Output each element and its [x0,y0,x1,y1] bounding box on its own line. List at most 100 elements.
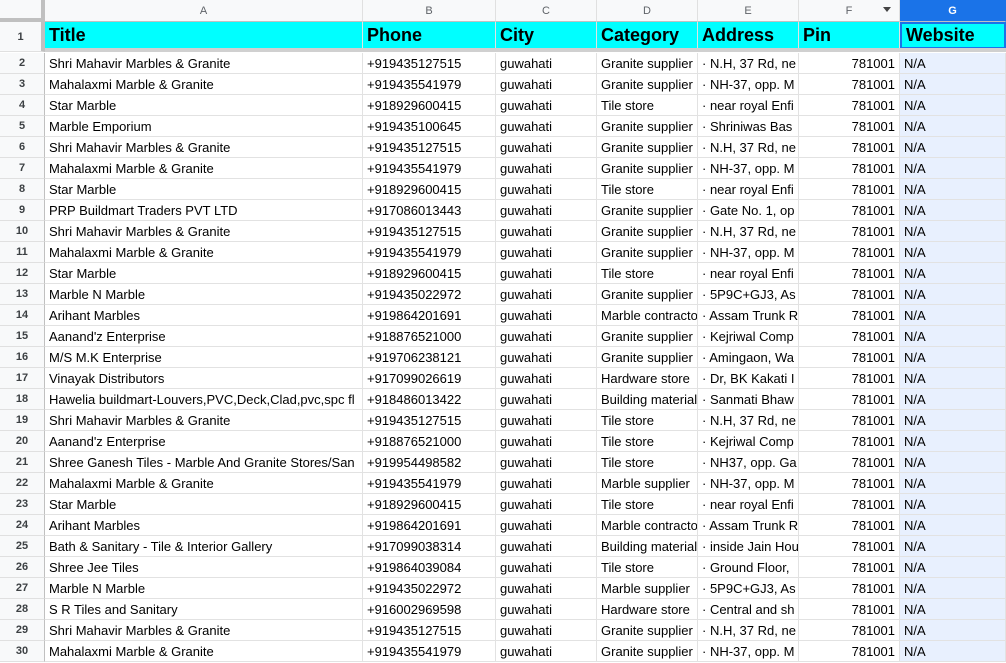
cell-website[interactable]: N/A [900,347,1006,368]
cell-city[interactable]: guwahati [496,53,597,74]
cell-title[interactable]: PRP Buildmart Traders PVT LTD [45,200,363,221]
column-header-c[interactable]: C [496,0,597,22]
cell-city[interactable]: guwahati [496,347,597,368]
cell-city[interactable]: guwahati [496,452,597,473]
cell-pin[interactable]: 781001 [799,347,900,368]
cell-title[interactable]: Star Marble [45,494,363,515]
cell-category[interactable]: Granite supplier [597,620,698,641]
cell-pin[interactable]: 781001 [799,179,900,200]
cell-website[interactable]: N/A [900,641,1006,662]
cell-city[interactable]: guwahati [496,368,597,389]
cell-website[interactable]: N/A [900,578,1006,599]
cell-pin[interactable]: 781001 [799,410,900,431]
cell-phone[interactable]: +918876521000 [363,431,496,452]
row-header-1[interactable]: 1 [0,22,45,52]
cell-pin[interactable]: 781001 [799,326,900,347]
cell-phone[interactable]: +919435127515 [363,137,496,158]
row-header[interactable]: 24 [0,515,45,536]
cell-category[interactable]: Granite supplier [597,74,698,95]
cell-address[interactable]: · Gate No. 1, op [698,200,799,221]
row-header[interactable]: 22 [0,473,45,494]
cell-address[interactable]: · Amingaon, Wa [698,347,799,368]
cell-phone[interactable]: +918929600415 [363,494,496,515]
cell-phone[interactable]: +919435127515 [363,620,496,641]
cell-category[interactable]: Tile store [597,452,698,473]
cell-phone[interactable]: +919435541979 [363,473,496,494]
cell-phone[interactable]: +918929600415 [363,179,496,200]
cell-address[interactable]: · NH-37, opp. M [698,158,799,179]
cell-website[interactable]: N/A [900,389,1006,410]
cell-category[interactable]: Granite supplier [597,284,698,305]
cell-title[interactable]: Mahalaxmi Marble & Granite [45,641,363,662]
cell-address[interactable]: · Assam Trunk R [698,305,799,326]
cell-category[interactable]: Tile store [597,95,698,116]
cell-title[interactable]: Arihant Marbles [45,305,363,326]
row-header[interactable]: 13 [0,284,45,305]
cell-pin[interactable]: 781001 [799,95,900,116]
cell-address[interactable]: · Kejriwal Comp [698,326,799,347]
cell-website[interactable]: N/A [900,473,1006,494]
cell-title[interactable]: Mahalaxmi Marble & Granite [45,473,363,494]
cell-title[interactable]: Marble Emporium [45,116,363,137]
cell-title[interactable]: Shree Jee Tiles [45,557,363,578]
cell-city[interactable]: guwahati [496,242,597,263]
cell-website[interactable]: N/A [900,116,1006,137]
cell-website[interactable]: N/A [900,515,1006,536]
cell-title[interactable]: Aanand'z Enterprise [45,326,363,347]
cell-pin[interactable]: 781001 [799,53,900,74]
cell-title[interactable]: Marble N Marble [45,284,363,305]
cell-address[interactable]: · Ground Floor, [698,557,799,578]
cell-title[interactable]: M/S M.K Enterprise [45,347,363,368]
cell-website[interactable]: N/A [900,263,1006,284]
cell-address[interactable]: · inside Jain Hou [698,536,799,557]
row-header[interactable]: 25 [0,536,45,557]
cell-website[interactable]: N/A [900,494,1006,515]
cell-title[interactable]: Shri Mahavir Marbles & Granite [45,221,363,242]
cell-city[interactable]: guwahati [496,326,597,347]
cell-city[interactable]: guwahati [496,200,597,221]
cell-phone[interactable]: +917086013443 [363,200,496,221]
cell-website[interactable]: N/A [900,242,1006,263]
cell-city[interactable]: guwahati [496,95,597,116]
cell-website[interactable]: N/A [900,200,1006,221]
cell-city[interactable]: guwahati [496,116,597,137]
cell-category[interactable]: Granite supplier [597,347,698,368]
cell-pin[interactable]: 781001 [799,200,900,221]
row-header[interactable]: 12 [0,263,45,284]
cell-category[interactable]: Marble contractor [597,305,698,326]
row-header[interactable]: 18 [0,389,45,410]
row-header[interactable]: 10 [0,221,45,242]
cell-category[interactable]: Hardware store [597,599,698,620]
column-header-f[interactable]: F [799,0,900,22]
cell-website[interactable]: N/A [900,431,1006,452]
column-header-g[interactable]: G [900,0,1006,22]
cell-city[interactable]: guwahati [496,431,597,452]
row-header[interactable]: 20 [0,431,45,452]
cell-pin[interactable]: 781001 [799,494,900,515]
cell-address[interactable]: · NH-37, opp. M [698,242,799,263]
cell-phone[interactable]: +919435127515 [363,221,496,242]
cell-address[interactable]: · near royal Enfi [698,263,799,284]
header-pin[interactable]: Pin [799,22,900,49]
cell-address[interactable]: · near royal Enfi [698,494,799,515]
cell-website[interactable]: N/A [900,137,1006,158]
cell-phone[interactable]: +919954498582 [363,452,496,473]
cell-title[interactable]: Shri Mahavir Marbles & Granite [45,53,363,74]
cell-city[interactable]: guwahati [496,305,597,326]
row-header[interactable]: 26 [0,557,45,578]
cell-address[interactable]: · NH-37, opp. M [698,473,799,494]
cell-city[interactable]: guwahati [496,599,597,620]
cell-address[interactable]: · Dr, BK Kakati I [698,368,799,389]
column-header-d[interactable]: D [597,0,698,22]
cell-address[interactable]: · NH-37, opp. M [698,74,799,95]
cell-pin[interactable]: 781001 [799,158,900,179]
cell-city[interactable]: guwahati [496,389,597,410]
cell-category[interactable]: Building material [597,389,698,410]
cell-phone[interactable]: +919435022972 [363,284,496,305]
cell-city[interactable]: guwahati [496,179,597,200]
cell-category[interactable]: Granite supplier [597,137,698,158]
cell-pin[interactable]: 781001 [799,431,900,452]
cell-phone[interactable]: +919435541979 [363,158,496,179]
cell-website[interactable]: N/A [900,599,1006,620]
row-header[interactable]: 9 [0,200,45,221]
